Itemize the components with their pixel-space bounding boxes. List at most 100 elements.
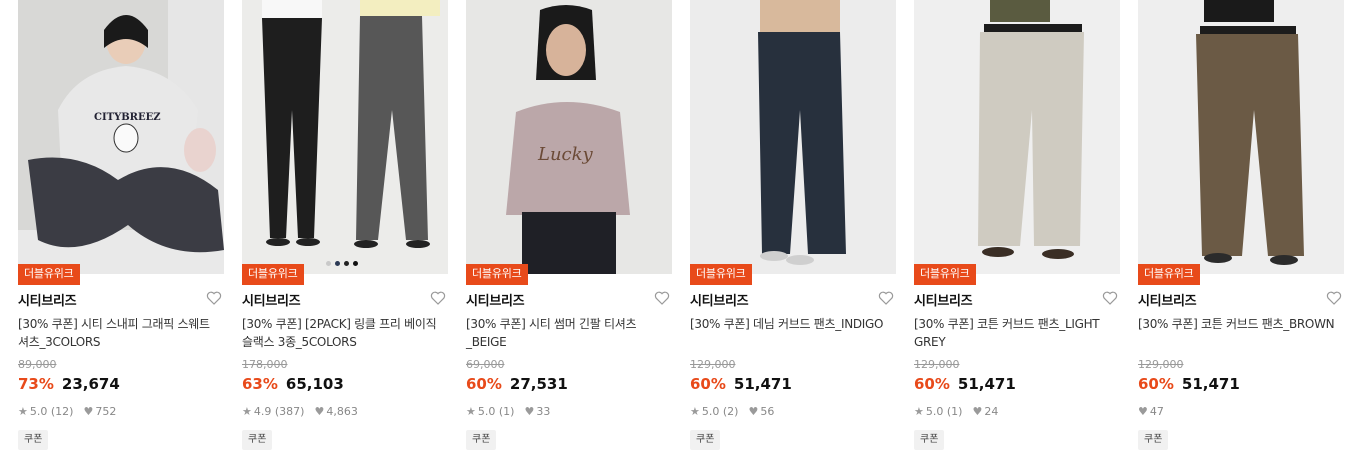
product-title[interactable]: [30% 쿠폰] 코튼 커브드 팬츠_BROWN <box>1138 315 1344 333</box>
discount-rate: 60% <box>914 375 950 393</box>
product-card[interactable]: 더블유위크 시티브리즈 [30% 쿠폰] 데님 커브드 팬츠_INDIGO 12… <box>690 0 896 458</box>
brand-name[interactable]: 시티브리즈 <box>690 290 749 309</box>
color-swatch[interactable] <box>344 261 349 266</box>
rating: 4.9 <box>253 405 272 418</box>
discount-rate: 60% <box>690 375 726 393</box>
color-swatch[interactable] <box>335 261 340 266</box>
discount-rate: 60% <box>466 375 502 393</box>
product-meta: ★ 5.0 (1) ♥ 24 <box>914 405 998 418</box>
original-price: 178,000 <box>242 358 288 371</box>
product-image[interactable]: Lucky <box>466 0 672 274</box>
promo-badge: 더블유위크 <box>690 264 752 285</box>
heart-outline-icon[interactable] <box>654 290 670 306</box>
sale-price: 27,531 <box>509 375 568 393</box>
star-icon: ★ <box>242 405 252 418</box>
promo-badge: 더블유위크 <box>466 264 528 285</box>
original-price: 89,000 <box>18 358 57 371</box>
product-card[interactable]: 더블유위크 시티브리즈 [30% 쿠폰] 코튼 커브드 팬츠_LIGHT GRE… <box>914 0 1120 458</box>
star-icon: ★ <box>18 405 28 418</box>
product-card[interactable]: Lucky 더블유위크 시티브리즈 [30% 쿠폰] 시티 썸머 긴팔 티셔츠_… <box>466 0 672 458</box>
product-card[interactable]: CITYBREEZ 더블유위크 시티브리즈 [30% 쿠폰] 시티 스내피 그래… <box>18 0 224 458</box>
product-image[interactable] <box>914 0 1120 274</box>
coupon-tag: 쿠폰 <box>466 430 497 450</box>
color-swatch[interactable] <box>326 261 331 266</box>
product-image[interactable]: CITYBREEZ <box>18 0 224 274</box>
heart-icon: ♥ <box>748 405 759 418</box>
product-image[interactable] <box>1138 0 1344 274</box>
discount-rate: 60% <box>1138 375 1174 393</box>
coupon-tag: 쿠폰 <box>690 430 721 450</box>
discount-rate: 63% <box>242 375 278 393</box>
rating: 5.0 <box>477 405 496 418</box>
svg-text:Lucky: Lucky <box>537 144 594 165</box>
price-line: 60% 51,471 <box>914 375 1016 393</box>
coupon-tag: 쿠폰 <box>242 430 273 450</box>
heart-outline-icon[interactable] <box>430 290 446 306</box>
brand-name[interactable]: 시티브리즈 <box>466 290 525 309</box>
original-price: 129,000 <box>914 358 960 371</box>
like-count: 4,863 <box>326 405 358 418</box>
product-meta: ♥ 47 <box>1138 405 1164 418</box>
promo-badge: 더블유위크 <box>914 264 976 285</box>
brand-name[interactable]: 시티브리즈 <box>1138 290 1197 309</box>
promo-badge: 더블유위크 <box>18 264 80 285</box>
promo-badge: 더블유위크 <box>1138 264 1200 285</box>
star-icon: ★ <box>466 405 476 418</box>
product-card[interactable]: 더블유위크 시티브리즈 [30% 쿠폰] 코튼 커브드 팬츠_BROWN 129… <box>1138 0 1344 458</box>
original-price: 129,000 <box>1138 358 1184 371</box>
heart-outline-icon[interactable] <box>206 290 222 306</box>
discount-rate: 73% <box>18 375 54 393</box>
sale-price: 65,103 <box>285 375 344 393</box>
brand-name[interactable]: 시티브리즈 <box>18 290 77 309</box>
product-title[interactable]: [30% 쿠폰] 시티 스내피 그래픽 스웨트 셔츠_3COLORS <box>18 315 224 351</box>
original-price: 129,000 <box>690 358 736 371</box>
product-image[interactable] <box>690 0 896 274</box>
brand-name[interactable]: 시티브리즈 <box>242 290 301 309</box>
product-meta: ★ 5.0 (2) ♥ 56 <box>690 405 774 418</box>
price-line: 63% 65,103 <box>242 375 344 393</box>
product-card[interactable]: 더블유위크 시티브리즈 [30% 쿠폰] [2PACK] 링클 프리 베이직 슬… <box>242 0 448 458</box>
sale-price: 51,471 <box>733 375 792 393</box>
like-count: 56 <box>760 405 775 418</box>
promo-badge: 더블유위크 <box>242 264 304 285</box>
coupon-tag: 쿠폰 <box>1138 430 1169 450</box>
heart-icon: ♥ <box>314 405 325 418</box>
review-count: (2) <box>722 405 739 418</box>
heart-outline-icon[interactable] <box>1326 290 1342 306</box>
product-title[interactable]: [30% 쿠폰] 데님 커브드 팬츠_INDIGO <box>690 315 896 333</box>
review-count: (12) <box>50 405 74 418</box>
like-count: 24 <box>984 405 999 418</box>
heart-outline-icon[interactable] <box>1102 290 1118 306</box>
rating: 5.0 <box>29 405 48 418</box>
price-line: 60% 27,531 <box>466 375 568 393</box>
coupon-tag: 쿠폰 <box>914 430 945 450</box>
rating: 5.0 <box>701 405 720 418</box>
heart-icon: ♥ <box>1138 405 1148 418</box>
svg-text:CITYBREEZ: CITYBREEZ <box>94 112 161 123</box>
heart-outline-icon[interactable] <box>878 290 894 306</box>
heart-icon: ♥ <box>83 405 94 418</box>
original-price: 69,000 <box>466 358 505 371</box>
price-line: 60% 51,471 <box>690 375 792 393</box>
review-count: (1) <box>946 405 963 418</box>
coupon-tag: 쿠폰 <box>18 430 49 450</box>
brand-name[interactable]: 시티브리즈 <box>914 290 973 309</box>
product-grid: CITYBREEZ 더블유위크 시티브리즈 [30% 쿠폰] 시티 스내피 그래… <box>0 0 1352 458</box>
star-icon: ★ <box>690 405 700 418</box>
product-title[interactable]: [30% 쿠폰] [2PACK] 링클 프리 베이직 슬랙스 3종_5COLOR… <box>242 315 448 351</box>
like-count: 752 <box>95 405 117 418</box>
product-title[interactable]: [30% 쿠폰] 시티 썸머 긴팔 티셔츠_BEIGE <box>466 315 672 351</box>
rating: 5.0 <box>925 405 944 418</box>
price-line: 73% 23,674 <box>18 375 120 393</box>
sale-price: 51,471 <box>957 375 1016 393</box>
product-title[interactable]: [30% 쿠폰] 코튼 커브드 팬츠_LIGHT GREY <box>914 315 1120 351</box>
sale-price: 51,471 <box>1181 375 1240 393</box>
product-meta: ★ 5.0 (1) ♥ 33 <box>466 405 550 418</box>
product-image[interactable] <box>242 0 448 274</box>
like-count: 47 <box>1149 405 1164 418</box>
review-count: (387) <box>274 405 305 418</box>
color-swatch[interactable] <box>353 261 358 266</box>
product-meta: ★ 5.0 (12) ♥ 752 <box>18 405 116 418</box>
product-meta: ★ 4.9 (387) ♥ 4,863 <box>242 405 358 418</box>
heart-icon: ♥ <box>524 405 535 418</box>
